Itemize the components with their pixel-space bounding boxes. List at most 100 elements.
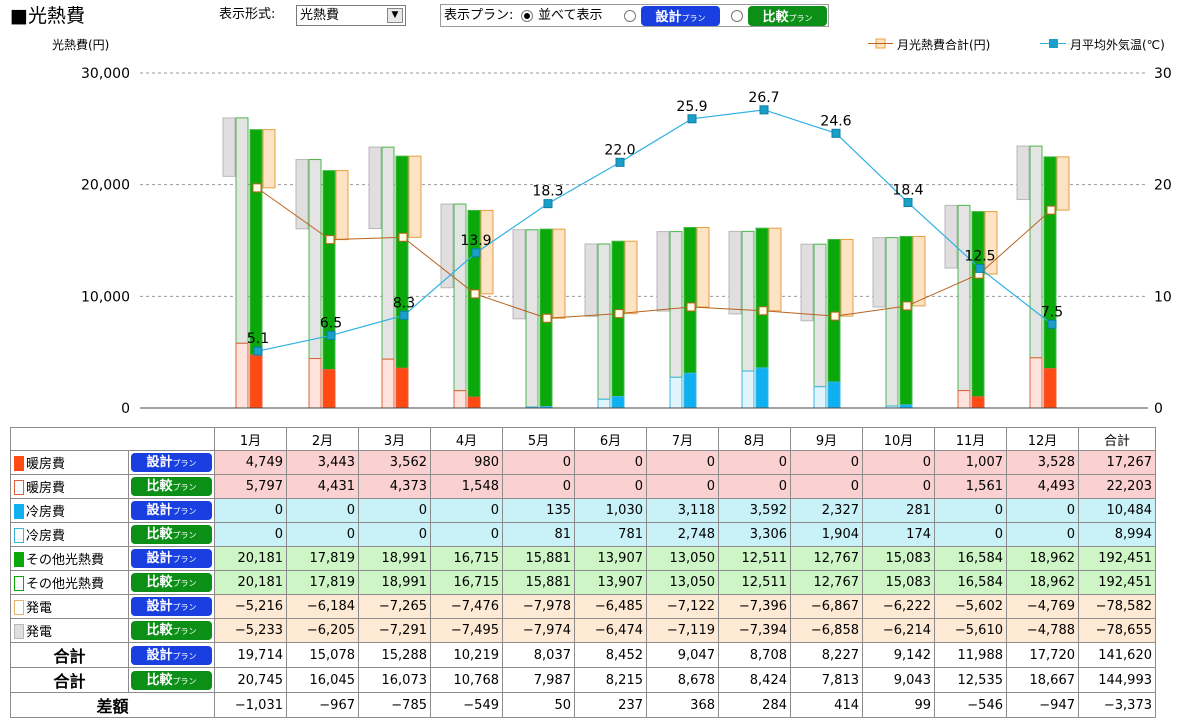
table-cell: 12,767: [790, 546, 863, 572]
table-cell: 3,562: [358, 450, 431, 476]
y-tick-label: 0: [121, 401, 130, 417]
plan-cell: 設計プラン: [128, 498, 215, 524]
table-cell: 22,203: [1078, 474, 1156, 500]
table-cell: −1,031: [214, 692, 287, 719]
side-by-side-label[interactable]: 並べて表示: [538, 6, 602, 26]
table-cell: −7,291: [358, 618, 431, 644]
plan-cell: 設計プラン: [128, 450, 215, 476]
radio-side-by-side[interactable]: [521, 10, 533, 22]
y-tick-label: 30,000: [81, 66, 130, 82]
legend-swatch: [14, 480, 24, 496]
plan-cell: 比較プラン: [128, 618, 215, 644]
temperature-line: [257, 109, 1053, 352]
plan-cell: 比較プラン: [128, 667, 215, 694]
plan-cell: 比較プラン: [128, 474, 215, 500]
row-label-text: その他光熱費: [26, 577, 105, 593]
y2-tick-label: 0: [1154, 401, 1163, 417]
compare-other-7: [741, 230, 755, 372]
table-cell: 4,431: [286, 474, 359, 500]
design-other-5: [611, 240, 625, 397]
compare-heating-1: [308, 358, 322, 409]
design-other-7: [755, 227, 769, 369]
temperature-point: [543, 199, 553, 209]
column-header: 8月: [718, 426, 791, 452]
table-cell: −6,485: [574, 594, 647, 620]
compare-heating-3: [453, 390, 467, 409]
table-cell: 0: [1006, 498, 1079, 524]
table-cell: −785: [358, 692, 431, 719]
table-cell: 0: [502, 474, 575, 500]
table-cell: 12,767: [790, 570, 863, 596]
table-cell: 0: [574, 474, 647, 500]
dropdown-arrow-icon[interactable]: ▼: [387, 8, 403, 23]
plan-cell: 設計プラン: [128, 642, 215, 669]
compare-heating-10: [957, 390, 971, 409]
table-cell: 0: [862, 450, 935, 476]
radio-design-plan[interactable]: [624, 10, 636, 22]
y2-tick-label: 30: [1154, 66, 1172, 82]
temperature-label: 6.5: [320, 315, 342, 331]
row-label-text: 冷房費: [26, 505, 66, 521]
temperature-label: 13.9: [460, 233, 491, 249]
temperature-point: [687, 114, 697, 124]
total-cost-point: [614, 309, 624, 319]
table-corner: [10, 426, 215, 452]
table-cell: 0: [646, 474, 719, 500]
table-cell: −7,476: [430, 594, 503, 620]
table-cell: −546: [934, 692, 1007, 719]
radio-compare-plan[interactable]: [731, 10, 743, 22]
table-cell: 0: [718, 474, 791, 500]
table-row-cool: 冷房費 比較プラン 0 0 0 0 81 781 2,748 3,306 1,904 174 0 0 8,9…: [10, 522, 1156, 548]
temperature-label: 25.9: [676, 99, 707, 115]
compare-plan-button[interactable]: 比較プラン: [748, 6, 827, 26]
design-cooling-6: [683, 372, 697, 409]
design-plan-badge: 設計プラン: [131, 645, 212, 665]
table-cell: 16,584: [934, 570, 1007, 596]
design-other-8: [827, 238, 841, 383]
compare-other-5: [597, 243, 611, 400]
column-header: 2月: [286, 426, 359, 452]
compare-plan-badge: 比較プラン: [131, 525, 212, 545]
temperature-point: [975, 263, 985, 273]
table-cell: −6,474: [574, 618, 647, 644]
plan-label: 表示プラン:: [444, 8, 514, 23]
table-cell: 0: [1006, 522, 1079, 548]
column-header: 合計: [1078, 426, 1156, 452]
table-cell: 17,819: [286, 570, 359, 596]
table-cell: 18,991: [358, 570, 431, 596]
row-label-text: 差額: [96, 697, 129, 717]
table-cell: 10,219: [430, 642, 503, 669]
total-cost-point: [902, 301, 912, 311]
table-cell: 980: [430, 450, 503, 476]
temperature-label: 24.6: [820, 113, 851, 129]
design-generation-11: [1056, 156, 1070, 211]
legend-swatch: [14, 528, 24, 544]
compare-other-6: [669, 231, 683, 378]
compare-generation-4: [512, 229, 526, 320]
table-cell: 8,452: [574, 642, 647, 669]
table-cell: 15,881: [502, 546, 575, 572]
display-format-select[interactable]: 光熱費 ▼: [296, 5, 406, 26]
row-label-text: 合計: [53, 672, 86, 692]
table-row-other: その他光熱費 比較プラン 20,181 17,819 18,991 16,715 15,88…: [10, 570, 1156, 596]
table-cell: 8,424: [718, 667, 791, 694]
design-plan-badge: 設計プラン: [131, 501, 212, 521]
table-cell: 0: [646, 450, 719, 476]
table-cell: 0: [358, 522, 431, 548]
table-cell: −6,184: [286, 594, 359, 620]
design-plan-button[interactable]: 設計プラン: [641, 6, 720, 26]
table-cell: 15,083: [862, 546, 935, 572]
total-cost-point: [542, 313, 552, 323]
design-heating-2: [395, 367, 409, 409]
table-cell: 8,037: [502, 642, 575, 669]
table-cell: 281: [862, 498, 935, 524]
table-cell: 13,907: [574, 546, 647, 572]
design-generation-3: [480, 209, 494, 295]
table-cell: 1,030: [574, 498, 647, 524]
table-cell: 135: [502, 498, 575, 524]
compare-generation-2: [368, 146, 382, 230]
table-cell: −6,205: [286, 618, 359, 644]
temperature-point: [759, 105, 769, 115]
compare-heating-0: [235, 342, 249, 409]
table-cell: 4,749: [214, 450, 287, 476]
